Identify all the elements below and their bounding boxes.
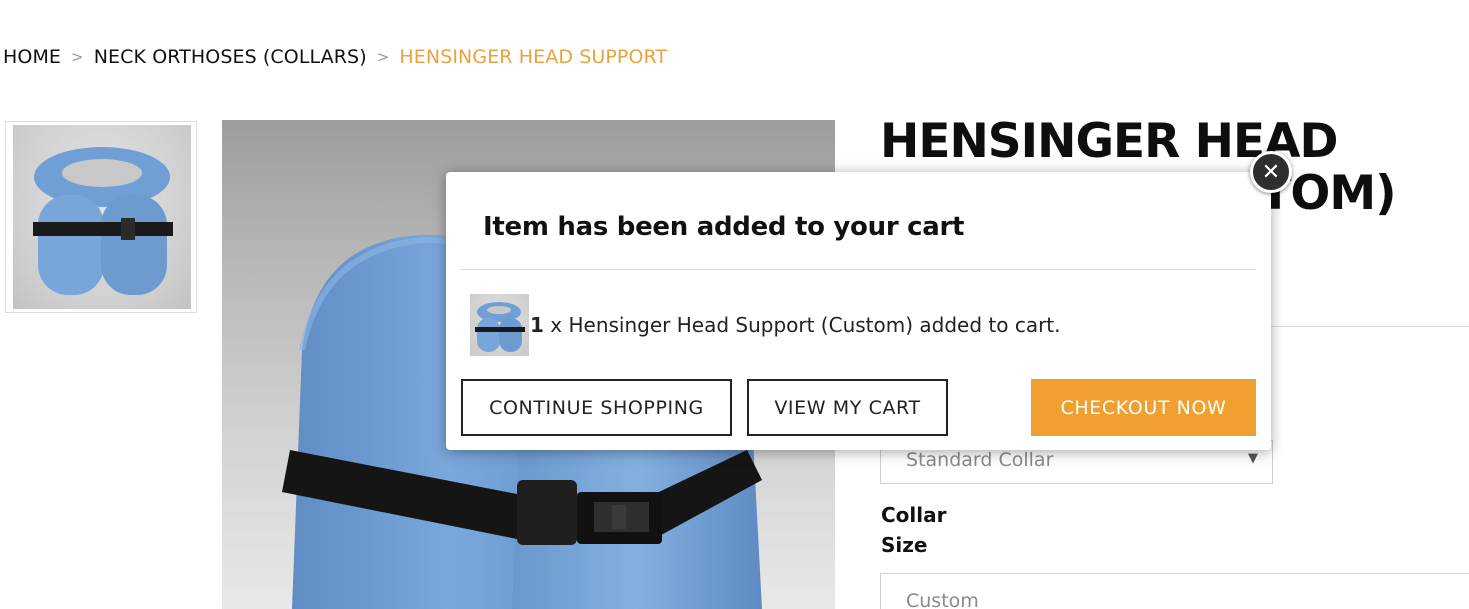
breadcrumb-separator-icon: > [71,48,84,66]
breadcrumb-current: HENSINGER HEAD SUPPORT [399,46,668,68]
modal-divider [460,269,1256,270]
view-cart-button[interactable]: VIEW MY CART [747,379,948,436]
divider [1270,326,1469,327]
thumbnail-image [13,125,191,309]
cart-item-quantity: 1 [530,313,544,337]
modal-title: Item has been added to your cart [483,212,965,242]
chevron-down-icon: ▼ [1248,451,1258,466]
checkout-now-button[interactable]: CHECKOUT NOW [1031,379,1256,436]
close-icon[interactable]: ✕ [1250,151,1292,193]
added-to-cart-modal: Item has been added to your cart 1 x Hen… [446,172,1271,450]
collar-size-value: Custom [906,590,979,609]
breadcrumb-separator-icon: > [376,48,390,66]
cart-confirmation-message: 1 x Hensinger Head Support (Custom) adde… [530,313,1061,337]
collar-size-select[interactable]: Custom [880,573,1469,609]
breadcrumb-home[interactable]: HOME [3,46,61,68]
breadcrumb: HOME > NECK ORTHOSES (COLLARS) > HENSING… [3,46,667,68]
product-page: HOME > NECK ORTHOSES (COLLARS) > HENSING… [0,0,1469,609]
product-thumbnail[interactable] [5,121,197,313]
collar-size-label: Collar Size [881,503,947,557]
collar-type-value: Standard Collar [906,449,1054,471]
continue-shopping-button[interactable]: CONTINUE SHOPPING [461,379,732,436]
cart-item-text: x Hensinger Head Support (Custom) added … [543,313,1061,337]
cart-item-thumbnail [470,294,529,356]
breadcrumb-category[interactable]: NECK ORTHOSES (COLLARS) [94,46,367,68]
